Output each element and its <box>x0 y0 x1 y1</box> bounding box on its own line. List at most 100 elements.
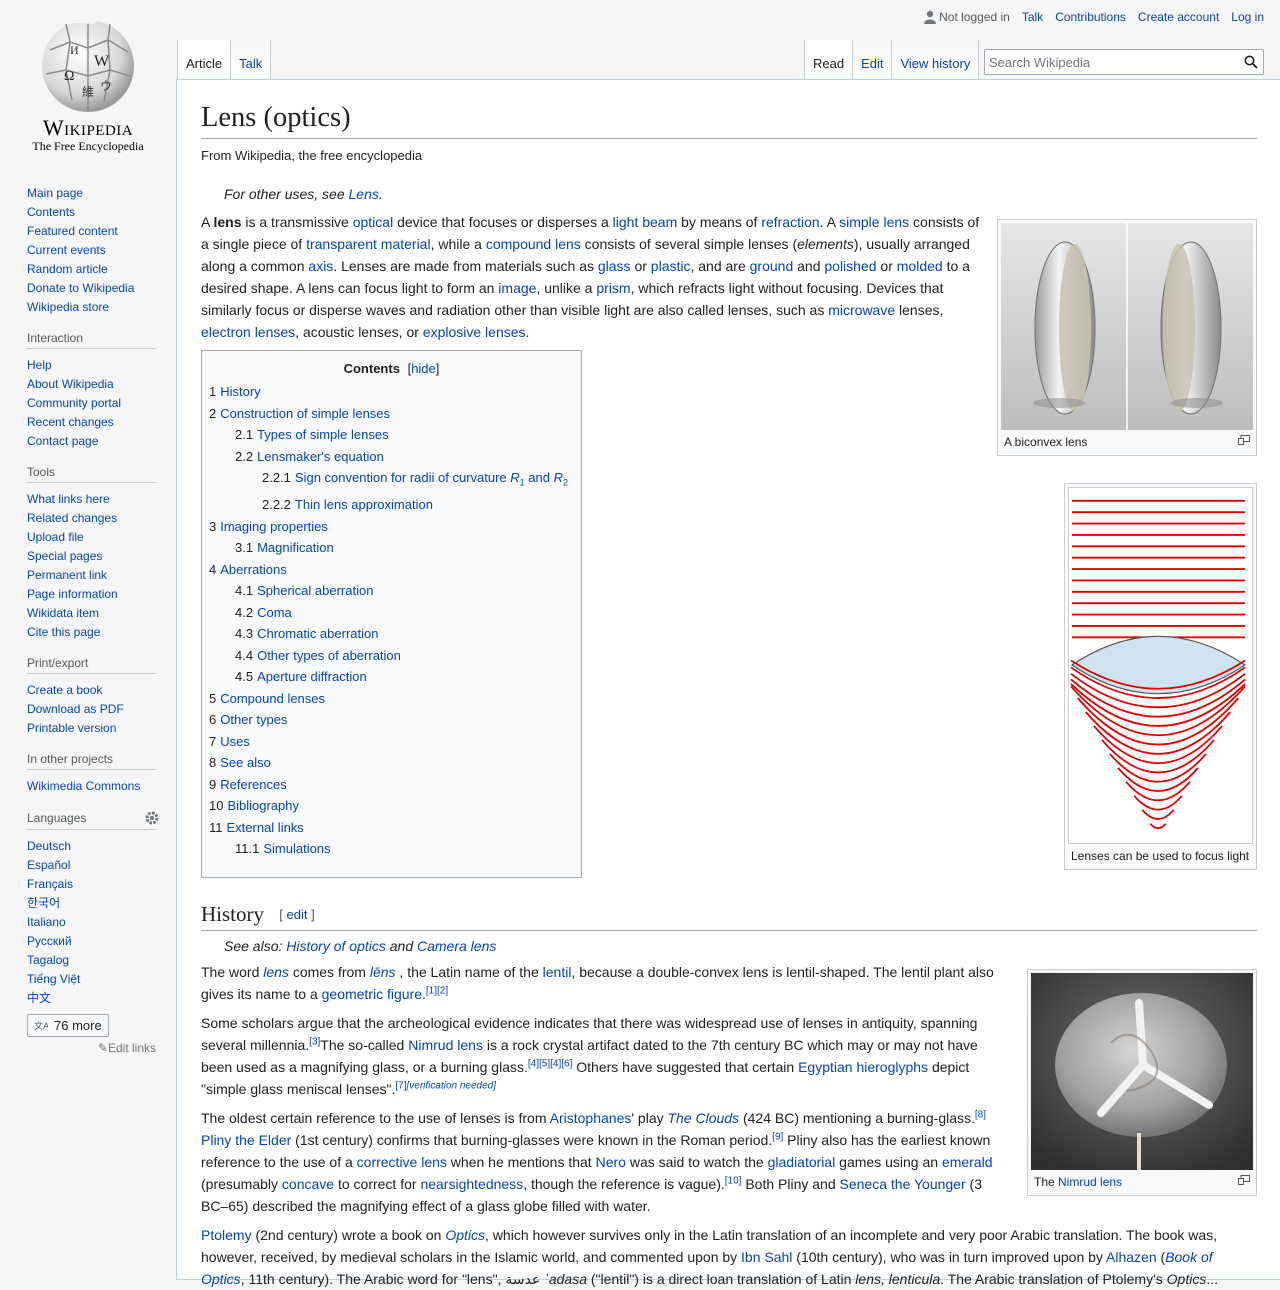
toc-item[interactable]: 5 Compound lenses <box>209 688 574 710</box>
toc-item[interactable]: 4.2 Coma <box>209 602 574 624</box>
toc-item[interactable]: 8 See also <box>209 752 574 774</box>
wiki-link[interactable]: microwave <box>828 302 895 318</box>
citation-link[interactable]: [5] <box>539 1058 550 1069</box>
citation-link[interactable]: [3] <box>309 1036 320 1047</box>
wiki-link[interactable]: Seneca the Younger <box>840 1176 966 1192</box>
wiki-link[interactable]: polished <box>824 258 876 274</box>
tab-article[interactable]: Article <box>177 40 232 80</box>
toc-link[interactable]: Imaging properties <box>220 519 328 534</box>
sidebar-language-link[interactable]: 한국어 <box>27 896 60 910</box>
toc-item[interactable]: 6 Other types <box>209 709 574 731</box>
toc-link[interactable]: Spherical aberration <box>257 583 373 598</box>
toc-item[interactable]: 2.2 Lensmaker's equation <box>209 446 574 468</box>
sidebar-tools-link[interactable]: Upload file <box>27 530 84 544</box>
sidebar-print-link[interactable]: Printable version <box>27 721 116 735</box>
toc-item[interactable]: 4 Aberrations <box>209 559 574 581</box>
sidebar-language-link[interactable]: Deutsch <box>27 839 71 853</box>
tab-view-history[interactable]: View history <box>892 40 980 80</box>
toc-link[interactable]: Types of simple lenses <box>257 427 389 442</box>
sidebar-tools-link[interactable]: Cite this page <box>27 625 100 639</box>
toc-link[interactable]: Simulations <box>263 841 330 856</box>
wiki-link[interactable]: optical <box>353 214 393 230</box>
wiki-link[interactable]: ground <box>750 258 794 274</box>
toc-item[interactable]: 11 External links <box>209 817 574 839</box>
citation-link[interactable]: [8] <box>975 1109 986 1120</box>
sidebar-project-link[interactable]: Wikimedia Commons <box>27 779 140 793</box>
toc-item[interactable]: 9 References <box>209 774 574 796</box>
toc-link[interactable]: Other types <box>220 712 287 727</box>
edit-links[interactable]: ✎Edit links <box>27 1041 156 1055</box>
verification-needed-link[interactable]: [verification needed] <box>406 1080 496 1091</box>
toc-hide-link[interactable]: hide <box>411 361 436 376</box>
more-languages-button[interactable]: 文A 76 more <box>27 1014 109 1037</box>
toc-item[interactable]: 2.2.2 Thin lens approximation <box>209 494 574 516</box>
wiki-link[interactable]: molded <box>897 258 943 274</box>
edit-section-link[interactable]: edit <box>286 907 307 922</box>
wiki-link[interactable]: Alhazen <box>1106 1249 1157 1265</box>
tab-edit[interactable]: Edit <box>853 40 893 80</box>
wiki-link[interactable]: glass <box>598 258 631 274</box>
toc-item[interactable]: 3 Imaging properties <box>209 516 574 538</box>
toc-link[interactable]: Aperture diffraction <box>257 669 367 684</box>
wiki-link-italic[interactable]: lēns <box>370 964 396 980</box>
toc-link[interactable]: Other types of aberration <box>257 648 401 663</box>
sidebar-language-link[interactable]: Tagalog <box>27 953 69 967</box>
wiki-link-italic[interactable]: lens <box>263 964 289 980</box>
citation-link[interactable]: [6] <box>561 1058 572 1069</box>
wiki-link[interactable]: refraction <box>761 214 819 230</box>
toc-link[interactable]: Bibliography <box>227 798 299 813</box>
wiki-link[interactable]: Egyptian hieroglyphs <box>798 1059 928 1075</box>
wiki-link-italic[interactable]: Optics <box>445 1227 485 1243</box>
citation-link[interactable]: [9] <box>772 1131 783 1142</box>
talk-link[interactable]: Talk <box>1022 10 1043 24</box>
hatnote-lens-link[interactable]: Lens <box>349 186 379 202</box>
toc-link[interactable]: Chromatic aberration <box>257 626 378 641</box>
sidebar-language-link[interactable]: Русский <box>27 934 72 948</box>
sidebar-print-link[interactable]: Download as PDF <box>27 702 124 716</box>
caption-nimrud-link[interactable]: Nimrud lens <box>1058 1175 1122 1189</box>
sidebar-main-link[interactable]: Main page <box>27 186 83 200</box>
toc-item[interactable]: 10 Bibliography <box>209 795 574 817</box>
wiki-link[interactable]: concave <box>282 1176 334 1192</box>
sidebar-tools-link[interactable]: What links here <box>27 492 110 506</box>
sidebar-tools-link[interactable]: Wikidata item <box>27 606 99 620</box>
wiki-link[interactable]: light beam <box>613 214 678 230</box>
sidebar-main-link[interactable]: Random article <box>27 262 108 276</box>
sidebar-language-link[interactable]: Italiano <box>27 915 66 929</box>
toc-link[interactable]: Uses <box>220 734 250 749</box>
wiki-link[interactable]: gladiatorial <box>768 1154 836 1170</box>
toc-item[interactable]: 4.3 Chromatic aberration <box>209 623 574 645</box>
enlarge-icon[interactable] <box>1238 435 1250 445</box>
wiki-link[interactable]: Nero <box>596 1154 626 1170</box>
toc-link[interactable]: Lensmaker's equation <box>257 449 384 464</box>
toc-item[interactable]: 1 History <box>209 381 574 403</box>
contributions-link[interactable]: Contributions <box>1055 10 1126 24</box>
toc-link[interactable]: Aberrations <box>220 562 286 577</box>
toc-hide[interactable]: [hide] <box>408 361 440 376</box>
wiki-link[interactable]: lentil <box>543 964 572 980</box>
wiki-link[interactable]: Ibn Sahl <box>741 1249 792 1265</box>
toc-link[interactable]: Construction of simple lenses <box>220 406 390 421</box>
wiki-link[interactable]: geometric figure <box>322 986 422 1002</box>
wiki-link[interactable]: Pliny the Elder <box>201 1132 291 1148</box>
wiki-link[interactable]: Camera lens <box>417 938 496 954</box>
sidebar-tools-link[interactable]: Permanent link <box>27 568 107 582</box>
citation-link[interactable]: [7] <box>395 1080 406 1091</box>
citation-link[interactable]: [4] <box>550 1058 561 1069</box>
sidebar-main-link[interactable]: Wikipedia store <box>27 300 109 314</box>
toc-link[interactable]: Coma <box>257 605 292 620</box>
wiki-link-italic[interactable]: The Clouds <box>668 1110 740 1126</box>
wiki-link[interactable]: simple lens <box>839 214 909 230</box>
sidebar-tools-link[interactable]: Related changes <box>27 511 117 525</box>
search-icon[interactable] <box>1244 55 1258 69</box>
sidebar-main-link[interactable]: Contents <box>27 205 75 219</box>
wiki-link[interactable]: nearsightedness <box>420 1176 523 1192</box>
lens-focus-diagram[interactable] <box>1068 487 1253 844</box>
wiki-link[interactable]: Nimrud lens <box>408 1037 483 1053</box>
create-account-link[interactable]: Create account <box>1138 10 1219 24</box>
tab-talk[interactable]: Talk <box>231 40 272 80</box>
citation-link[interactable]: [2] <box>437 985 448 996</box>
sidebar-language-link[interactable]: Español <box>27 858 70 872</box>
wiki-link[interactable]: explosive lenses <box>423 324 526 340</box>
citation-link[interactable]: [1] <box>426 985 437 996</box>
